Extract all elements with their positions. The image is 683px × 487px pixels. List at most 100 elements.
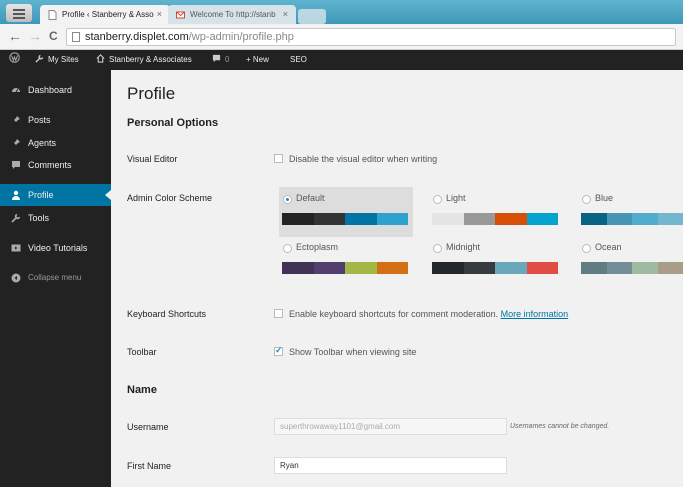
sidebar-item-dashboard[interactable]: Dashboard	[0, 79, 111, 101]
sidebar-item-label: Tools	[28, 213, 50, 223]
scheme-swatches	[432, 213, 558, 225]
scheme-radio[interactable]	[582, 195, 591, 204]
page-title: Profile	[127, 84, 176, 103]
scheme-name: Default	[296, 193, 325, 203]
tab-title: Profile ‹ Stanberry & Asso	[62, 10, 154, 19]
sidebar-item-comments[interactable]: Comments	[0, 154, 111, 176]
scheme-name: Midnight	[446, 242, 481, 252]
sidebar-item-label: Profile	[28, 190, 54, 200]
dashboard-icon	[12, 88, 20, 93]
scheme-name: Ocean	[595, 242, 622, 252]
personal-options-heading: Personal Options	[127, 117, 219, 129]
comment-icon	[212, 54, 221, 63]
sidebar-item-posts[interactable]: Posts	[0, 109, 111, 131]
collapse-icon	[11, 273, 21, 283]
visual-editor-option-label: Disable the visual editor when writing	[289, 154, 438, 164]
sidebar-item-agents[interactable]: Agents	[0, 132, 111, 154]
collapse-menu-button[interactable]: Collapse menu	[0, 267, 111, 289]
color-scheme-light[interactable]: Light	[429, 187, 563, 237]
new-content-menu[interactable]: + New	[246, 50, 269, 70]
tab-close-button[interactable]: ×	[157, 5, 162, 24]
toolbar-label: Toolbar	[127, 347, 157, 357]
user-icon	[12, 190, 20, 200]
tab-welcome[interactable]: Welcome To http://stanb ×	[168, 5, 296, 24]
color-scheme-default[interactable]: Default	[279, 187, 413, 237]
color-scheme-midnight[interactable]: Midnight	[429, 236, 563, 286]
first-name-label: First Name	[127, 461, 172, 471]
forward-button[interactable]: →	[28, 28, 42, 44]
comments-menu[interactable]: 0	[212, 50, 229, 70]
scheme-radio[interactable]	[582, 244, 591, 253]
sidebar-item-label: Comments	[28, 160, 72, 170]
seo-menu[interactable]: SEO	[290, 50, 307, 70]
scheme-swatches	[581, 262, 683, 274]
tab-close-button[interactable]: ×	[283, 5, 288, 24]
sidebar-item-tools[interactable]: Tools	[0, 207, 111, 229]
new-tab-button[interactable]	[298, 9, 326, 24]
scheme-radio[interactable]	[433, 195, 442, 204]
username-label: Username	[127, 422, 169, 432]
admin-sidebar: Dashboard Posts Agents Comments Profile …	[0, 70, 111, 487]
scheme-name: Ectoplasm	[296, 242, 339, 252]
keyboard-shortcuts-label: Keyboard Shortcuts	[127, 309, 207, 319]
pin-icon	[12, 139, 20, 147]
sidebar-item-label: Video Tutorials	[28, 243, 88, 253]
wrench-icon	[35, 54, 44, 63]
browser-menu-button[interactable]	[6, 4, 32, 22]
keyboard-shortcuts-option-label: Enable keyboard shortcuts for comment mo…	[289, 309, 499, 319]
url-input[interactable]: stanberry.displet.com/wp-admin/profile.p…	[66, 28, 676, 46]
scheme-name: Light	[446, 193, 466, 203]
address-bar-row: ← → C stanberry.displet.com/wp-admin/pro…	[0, 24, 683, 50]
profile-content: Profile Personal Options Visual Editor D…	[111, 70, 683, 487]
back-button[interactable]: ←	[8, 28, 22, 44]
username-note: Usernames cannot be changed.	[510, 423, 610, 430]
sidebar-item-label: Dashboard	[28, 85, 73, 95]
wrench-icon	[11, 213, 21, 223]
page-icon	[72, 32, 80, 42]
sidebar-item-label: Agents	[28, 138, 57, 148]
admin-bar: My Sites Stanberry & Associates 0 + New …	[0, 50, 683, 70]
scheme-radio[interactable]	[283, 195, 292, 204]
color-scheme-blue[interactable]: Blue	[578, 187, 683, 237]
tab-profile[interactable]: Profile ‹ Stanberry & Asso ×	[40, 5, 170, 24]
reload-button[interactable]: C	[49, 28, 58, 44]
wordpress-logo-icon[interactable]	[9, 50, 24, 70]
gmail-icon	[176, 11, 185, 19]
scheme-swatches	[282, 213, 408, 225]
sidebar-item-profile[interactable]: Profile	[0, 184, 111, 206]
comments-count: 0	[225, 55, 230, 64]
keyboard-shortcuts-option: Enable keyboard shortcuts for comment mo…	[289, 309, 568, 319]
scheme-radio[interactable]	[283, 244, 292, 253]
color-scheme-label: Admin Color Scheme	[127, 193, 213, 203]
scheme-name: Blue	[595, 193, 614, 203]
my-sites-label: My Sites	[48, 55, 79, 64]
visual-editor-label: Visual Editor	[127, 154, 178, 164]
color-scheme-ectoplasm[interactable]: Ectoplasm	[279, 236, 413, 286]
username-field: superthrowaway1101@gmail.com	[274, 418, 507, 435]
toolbar-checkbox[interactable]	[274, 345, 283, 356]
first-name-field[interactable]: Ryan	[274, 457, 507, 474]
site-name-label: Stanberry & Associates	[109, 55, 192, 64]
keyboard-shortcuts-checkbox[interactable]	[274, 309, 283, 318]
visual-editor-checkbox[interactable]	[274, 154, 283, 163]
sidebar-item-label: Collapse menu	[28, 273, 82, 282]
site-name-menu[interactable]: Stanberry & Associates	[96, 50, 192, 70]
scheme-swatches	[282, 262, 408, 274]
sidebar-item-label: Posts	[28, 115, 51, 125]
tab-title: Welcome To http://stanb	[190, 10, 276, 19]
more-information-link[interactable]: More information	[501, 309, 569, 319]
scheme-radio[interactable]	[433, 244, 442, 253]
browser-tab-strip: Profile ‹ Stanberry & Asso × Welcome To …	[0, 0, 683, 24]
url-host: stanberry.displet.com	[85, 31, 189, 43]
name-heading: Name	[127, 384, 157, 396]
toolbar-option-label: Show Toolbar when viewing site	[289, 347, 417, 357]
my-sites-menu[interactable]: My Sites	[35, 50, 79, 70]
home-icon	[96, 54, 105, 63]
url-path: /wp-admin/profile.php	[188, 31, 294, 43]
scheme-swatches	[432, 262, 558, 274]
color-scheme-ocean[interactable]: Ocean	[578, 236, 683, 286]
scheme-swatches	[581, 213, 683, 225]
pin-icon	[12, 116, 20, 124]
sidebar-item-video-tutorials[interactable]: Video Tutorials	[0, 237, 111, 259]
video-icon	[11, 244, 21, 252]
